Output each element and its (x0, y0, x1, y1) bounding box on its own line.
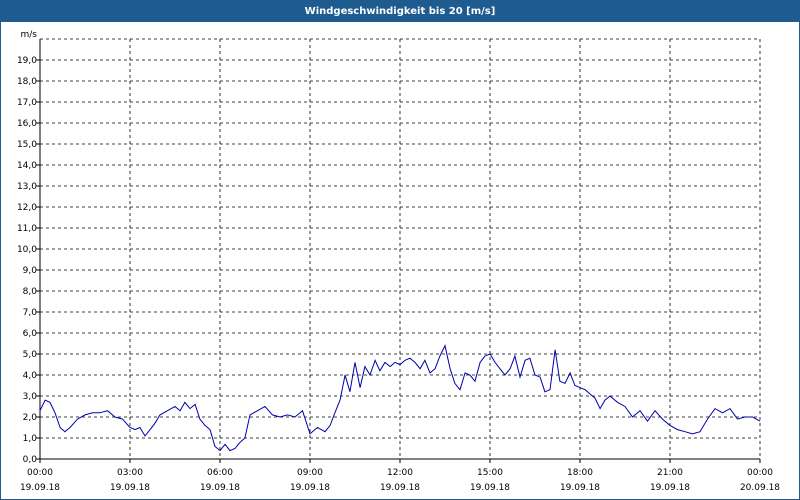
y-axis-unit-label: m/s (21, 30, 38, 40)
x-tick-date-label: 19.09.18 (20, 483, 60, 493)
y-tick-label: 1,0 (23, 434, 38, 444)
y-tick-label: 3,0 (23, 392, 38, 402)
y-tick-label: 16,0 (17, 119, 37, 129)
y-tick-label: 2,0 (23, 413, 38, 423)
series-line (39, 344, 761, 452)
x-tick-time-label: 18:00 (567, 468, 593, 478)
x-tick-time-label: 15:00 (477, 468, 503, 478)
y-tick-label: 13,0 (17, 182, 37, 192)
x-tick-date-label: 19.09.18 (290, 483, 330, 493)
y-tick-label: 19,0 (17, 56, 37, 66)
x-tick-time-label: 09:00 (297, 468, 323, 478)
x-tick-time-label: 06:00 (207, 468, 233, 478)
x-tick-time-label: 03:00 (117, 468, 143, 478)
y-tick-label: 8,0 (23, 287, 38, 297)
y-tick-label: 14,0 (17, 161, 37, 171)
x-tick-date-label: 19.09.18 (560, 483, 600, 493)
chart-window: Windgeschwindigkeit bis 20 [m/s] 0,0 1,0 2… (0, 0, 800, 500)
x-tick-date-label: 19.09.18 (110, 483, 150, 493)
y-tick-label: 17,0 (17, 98, 37, 108)
y-tick-label: 4,0 (23, 371, 38, 381)
y-tick-label: 10,0 (17, 245, 37, 255)
x-tick-date-label: 19.09.18 (650, 483, 690, 493)
x-tick-date-label: 19.09.18 (200, 483, 240, 493)
y-tick-label: 18,0 (17, 77, 37, 87)
x-tick-date-label: 20.09.18 (740, 483, 780, 493)
y-tick-label: 6,0 (23, 329, 38, 339)
x-tick-date-label: 19.09.18 (470, 483, 510, 493)
y-tick-label: 15,0 (17, 140, 37, 150)
x-tick-time-label: 00:00 (27, 468, 53, 478)
x-tick-date-label: 19.09.18 (380, 483, 420, 493)
y-tick-label: 0,0 (23, 455, 38, 465)
y-tick-label: 7,0 (23, 308, 38, 318)
line-chart: 0,0 1,0 2,0 3,0 4,0 5,0 6,0 7,0 8,0 9,0 10,0 11,0 12… (17, 30, 780, 493)
y-tick-label: 12,0 (17, 203, 37, 213)
y-tick-label: 11,0 (17, 224, 37, 234)
y-tick-label: 9,0 (23, 266, 38, 276)
x-tick-time-label: 12:00 (387, 468, 413, 478)
y-tick-label: 5,0 (23, 350, 38, 360)
x-tick-time-label: 21:00 (657, 468, 683, 478)
x-tick-time-label: 00:00 (747, 468, 773, 478)
chart-title: Windgeschwindigkeit bis 20 [m/s] (1, 1, 799, 22)
